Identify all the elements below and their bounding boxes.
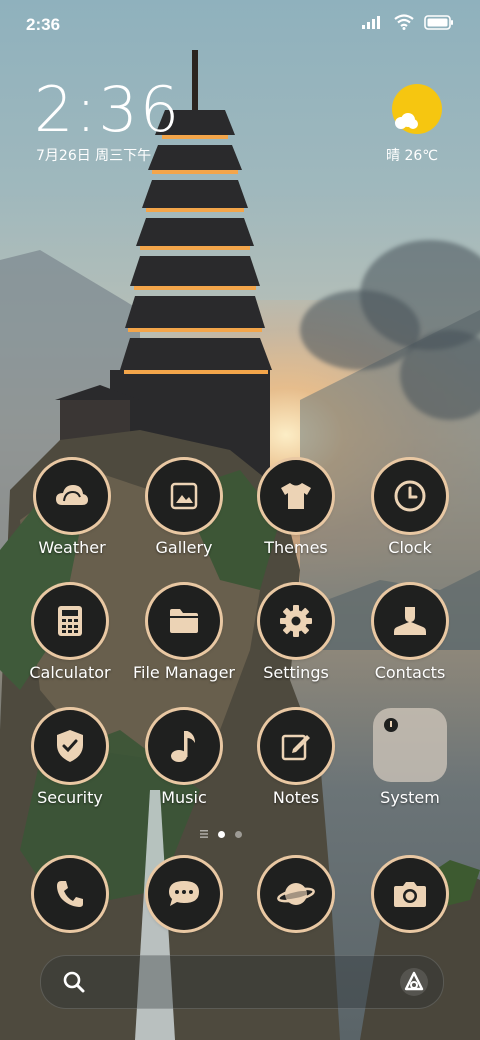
app-label: File Manager — [133, 663, 235, 682]
status-bar: 2:36 — [0, 0, 480, 50]
app-file-manager[interactable]: File Manager — [124, 585, 244, 682]
app-label: Settings — [263, 663, 329, 682]
calculator-icon[interactable] — [34, 585, 106, 657]
weather-cloud-icon[interactable] — [36, 460, 108, 532]
assistant-icon[interactable] — [399, 967, 429, 997]
app-label: Calculator — [29, 663, 111, 682]
app-label: Gallery — [155, 538, 213, 557]
app-music[interactable]: Music — [124, 710, 244, 807]
app-weather[interactable]: Weather — [12, 460, 132, 557]
browser-planet-icon[interactable] — [260, 858, 332, 930]
app-themes[interactable]: Themes — [236, 460, 356, 557]
app-label: Music — [161, 788, 207, 807]
clock-widget-date[interactable]: 7月26日 周三下午 — [36, 145, 151, 165]
folder-icon[interactable] — [148, 585, 220, 657]
app-label: Clock — [388, 538, 432, 557]
dock-phone[interactable] — [10, 858, 130, 930]
music-note-icon[interactable] — [148, 710, 220, 782]
gear-icon[interactable] — [260, 585, 332, 657]
status-time: 2:36 — [26, 15, 61, 34]
gallery-icon[interactable] — [148, 460, 220, 532]
app-security[interactable]: Security — [10, 710, 130, 807]
app-clock[interactable]: Clock — [350, 460, 470, 557]
app-contacts[interactable]: Contacts — [350, 585, 470, 682]
clock-widget-time[interactable]: 2:36 — [34, 70, 181, 150]
cloud — [300, 290, 420, 370]
dock-messages[interactable] — [124, 858, 244, 930]
app-gallery[interactable]: Gallery — [124, 460, 244, 557]
phone-icon[interactable] — [34, 858, 106, 930]
mini-app-icon — [384, 718, 398, 732]
cloud-icon — [395, 113, 418, 129]
app-label: Notes — [272, 788, 320, 807]
app-label: System — [380, 788, 440, 807]
battery-icon — [424, 14, 453, 30]
app-settings[interactable]: Settings — [236, 585, 356, 682]
app-calculator[interactable]: Calculator — [10, 585, 130, 682]
weather-widget-text[interactable]: 晴 26℃ — [386, 145, 438, 165]
dock-browser[interactable] — [236, 858, 356, 930]
dock-camera[interactable] — [350, 858, 470, 930]
tshirt-icon[interactable] — [260, 460, 332, 532]
app-notes[interactable]: Notes — [236, 710, 356, 807]
app-label: Contacts — [374, 663, 446, 682]
page-dot[interactable] — [235, 830, 242, 838]
folder-system-icon[interactable] — [373, 708, 447, 782]
page-indicator[interactable] — [200, 830, 242, 838]
page-list-icon[interactable] — [200, 830, 208, 838]
status-icons — [362, 14, 454, 30]
app-folder-system[interactable]: System — [350, 708, 470, 807]
messages-icon[interactable] — [148, 858, 220, 930]
wifi-icon — [394, 14, 414, 30]
clock-icon[interactable] — [374, 460, 446, 532]
app-label: Security — [37, 788, 103, 807]
notes-pen-icon[interactable] — [260, 710, 332, 782]
search-bar[interactable] — [40, 955, 444, 1009]
shield-check-icon[interactable] — [34, 710, 106, 782]
app-label: Themes — [264, 538, 328, 557]
signal-icon — [362, 16, 380, 29]
page-dot-active[interactable] — [218, 830, 225, 838]
contact-icon[interactable] — [374, 585, 446, 657]
app-label: Weather — [38, 538, 106, 557]
camera-icon[interactable] — [374, 858, 446, 930]
search-icon[interactable] — [63, 971, 85, 993]
